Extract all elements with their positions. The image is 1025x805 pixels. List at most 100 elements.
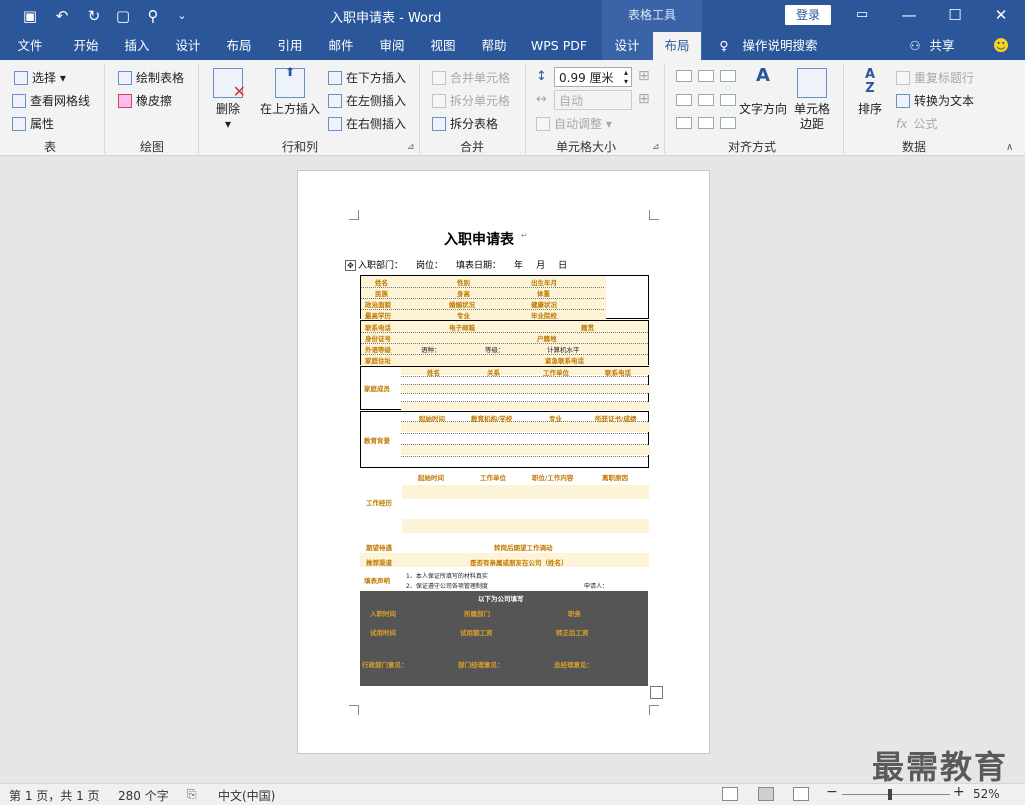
insert-left-button[interactable]: 在左侧插入 <box>328 92 406 109</box>
tell-me-search[interactable]: 操作说明搜索 <box>738 32 822 60</box>
share-button[interactable]: 共享 <box>926 32 958 60</box>
tab-help[interactable]: 帮助 <box>471 32 517 60</box>
tab-wps-pdf[interactable]: WPS PDF <box>524 32 594 60</box>
tab-layout[interactable]: 布局 <box>216 32 262 60</box>
distribute-rows-icon[interactable]: ⊞ <box>638 68 650 84</box>
web-layout-icon[interactable] <box>793 787 809 801</box>
split-cells-button[interactable]: 拆分单元格 <box>432 92 510 109</box>
column-width-input[interactable]: 自动 <box>554 90 632 110</box>
document-area[interactable]: 入职申请表 ↵ ✥ 入职部门： 岗位： 填表日期：年月日 姓名 性别 出生年月 民族… <box>0 157 1025 783</box>
redo-icon[interactable]: ↻ <box>84 6 104 26</box>
insert-above-icon: ⬆ <box>275 65 305 98</box>
properties-button[interactable]: 属性 <box>12 115 54 132</box>
align-bottom-center-icon[interactable] <box>698 117 714 129</box>
row-height-input[interactable]: 0.99 厘米 ▴ ▾ <box>554 67 632 87</box>
zoom-slider[interactable] <box>842 794 950 795</box>
work-history-table[interactable]: 工作经历 起始时间 工作单位 职位/工作内容 离职原因 <box>360 469 649 535</box>
text-direction-button[interactable]: A 文字方向 <box>738 65 788 117</box>
education-table[interactable]: 教育背景 起始时间 教育机构/学校 专业 所获证书/成绩 <box>360 411 650 468</box>
eraser-button[interactable]: 橡皮擦 <box>118 92 172 109</box>
word-count[interactable]: 280 个字 <box>118 787 169 804</box>
align-top-center-icon[interactable] <box>698 70 714 82</box>
select-icon <box>14 71 28 85</box>
language-indicator[interactable]: 中文(中国) <box>218 787 275 804</box>
view-gridlines-button[interactable]: 查看网格线 <box>12 92 90 109</box>
maximize-icon[interactable]: ☐ <box>941 4 969 26</box>
proofing-icon[interactable]: ⎘ <box>187 787 197 802</box>
align-middle-right-icon[interactable] <box>720 94 736 106</box>
ribbon-display-icon[interactable]: ▭ <box>848 4 876 26</box>
search-icon[interactable]: ⚲ <box>143 6 163 26</box>
align-top-right-icon[interactable] <box>720 70 736 82</box>
minimize-icon[interactable]: — <box>895 4 923 26</box>
document-title[interactable]: 入职申请表 <box>444 229 514 249</box>
insert-right-button[interactable]: 在右侧插入 <box>328 115 406 132</box>
align-middle-center-icon[interactable] <box>698 94 714 106</box>
zoom-in-icon[interactable]: + <box>953 784 965 800</box>
zoom-level[interactable]: 52% <box>973 787 1000 801</box>
align-top-left-icon[interactable] <box>676 70 692 82</box>
cell-margins-icon <box>797 68 827 98</box>
repeat-header-rows-button[interactable]: 重复标题行 <box>896 69 974 86</box>
save-icon[interactable]: ▣ <box>20 6 40 26</box>
dialog-launcher-icon[interactable]: ⊿ <box>407 142 415 152</box>
declaration-line-1: 1、本人保证所填写的材料真实 <box>406 573 488 580</box>
print-layout-icon[interactable] <box>758 787 774 801</box>
title-bar: ▣ ↶ ↻ ▢ ⚲ ⌄ 入职申请表 - Word 表格工具 登录 ▭ — ☐ ✕ <box>0 0 1025 32</box>
convert-to-text-button[interactable]: 转换为文本 <box>896 92 974 109</box>
contact-info-table[interactable]: 联系电话 电子邮箱 籍贯 身份证号 户籍地 外语等级 语种： 等级： 计算机水平… <box>360 320 649 366</box>
new-document-icon[interactable]: ▢ <box>113 6 133 26</box>
zoom-slider-thumb[interactable] <box>888 789 892 800</box>
align-middle-left-icon[interactable] <box>676 94 692 106</box>
align-bottom-left-icon[interactable] <box>676 117 692 129</box>
undo-icon[interactable]: ↶ <box>52 6 72 26</box>
insert-below-button[interactable]: 在下方插入 <box>328 69 406 86</box>
smiley-feedback-icon[interactable]: ☻ <box>990 32 1012 60</box>
align-bottom-right-icon[interactable] <box>720 117 736 129</box>
table-resize-handle[interactable] <box>650 686 663 699</box>
tab-design[interactable]: 设计 <box>165 32 211 60</box>
group-label-rows-columns: 行和列 <box>281 140 318 154</box>
tab-view[interactable]: 视图 <box>420 32 466 60</box>
group-label-draw: 绘图 <box>139 140 164 154</box>
login-button[interactable]: 登录 <box>785 5 831 25</box>
group-label-alignment: 对齐方式 <box>727 140 776 154</box>
tab-file[interactable]: 文件 <box>8 32 52 60</box>
cell-size-launcher-icon[interactable]: ⊿ <box>652 142 660 152</box>
split-table-icon <box>432 117 446 131</box>
sort-button[interactable]: AZ 排序 <box>852 68 888 117</box>
document-page[interactable]: 入职申请表 ↵ ✥ 入职部门： 岗位： 填表日期：年月日 姓名 性别 出生年月 民族… <box>297 170 710 754</box>
zoom-out-icon[interactable]: − <box>826 784 838 800</box>
cell-margins-button[interactable]: 单元格 边距 <box>790 68 834 132</box>
text-direction-icon: A <box>756 65 770 86</box>
merge-cells-button[interactable]: 合并单元格 <box>432 69 510 86</box>
tab-mailings[interactable]: 邮件 <box>318 32 364 60</box>
autofit-button[interactable]: 自动调整 ▾ <box>536 115 612 132</box>
tab-references[interactable]: 引用 <box>267 32 313 60</box>
table-move-handle-icon[interactable]: ✥ <box>345 260 356 271</box>
tab-review[interactable]: 审阅 <box>369 32 415 60</box>
page-count[interactable]: 第 1 页，共 1 页 <box>9 787 100 804</box>
status-bar: 第 1 页，共 1 页 280 个字 ⎘ 中文(中国) − + 52% <box>0 783 1025 805</box>
draw-table-button[interactable]: 绘制表格 <box>118 69 184 86</box>
distribute-columns-icon[interactable]: ⊞ <box>638 91 650 107</box>
tab-table-layout[interactable]: 布局 <box>653 32 701 60</box>
select-button[interactable]: 选择 ▾ <box>14 69 66 86</box>
delete-button[interactable]: ✕ 删除 ▾ <box>208 68 248 132</box>
group-label-merge: 合并 <box>459 140 484 154</box>
split-table-button[interactable]: 拆分表格 <box>432 115 498 132</box>
basic-info-table[interactable]: 姓名 性别 出生年月 民族 身高 体重 政治面貌 婚姻状况 健康状况 最高学历 … <box>360 275 649 320</box>
family-members-table[interactable]: 家庭成员 姓名 关系 工作单位 联系电话 <box>360 366 650 410</box>
formula-button[interactable]: fx 公式 <box>896 115 937 132</box>
delete-table-icon: ✕ <box>213 68 246 100</box>
company-use-section[interactable]: 以下为公司填写 入职时间 所属部门 职务 试用时间 试用期工资 转正后工资 行政… <box>360 591 648 686</box>
read-mode-icon[interactable] <box>722 787 738 801</box>
collapse-ribbon-icon[interactable]: ∧ <box>1006 142 1013 153</box>
insert-above-button[interactable]: ⬆ 在上方插入 <box>256 65 324 117</box>
tab-home[interactable]: 开始 <box>62 32 110 60</box>
close-icon[interactable]: ✕ <box>987 4 1015 26</box>
tab-insert[interactable]: 插入 <box>114 32 160 60</box>
customize-toolbar-icon[interactable]: ⌄ <box>172 6 192 26</box>
tab-table-design[interactable]: 设计 <box>604 32 650 60</box>
repeat-header-icon <box>896 71 910 85</box>
